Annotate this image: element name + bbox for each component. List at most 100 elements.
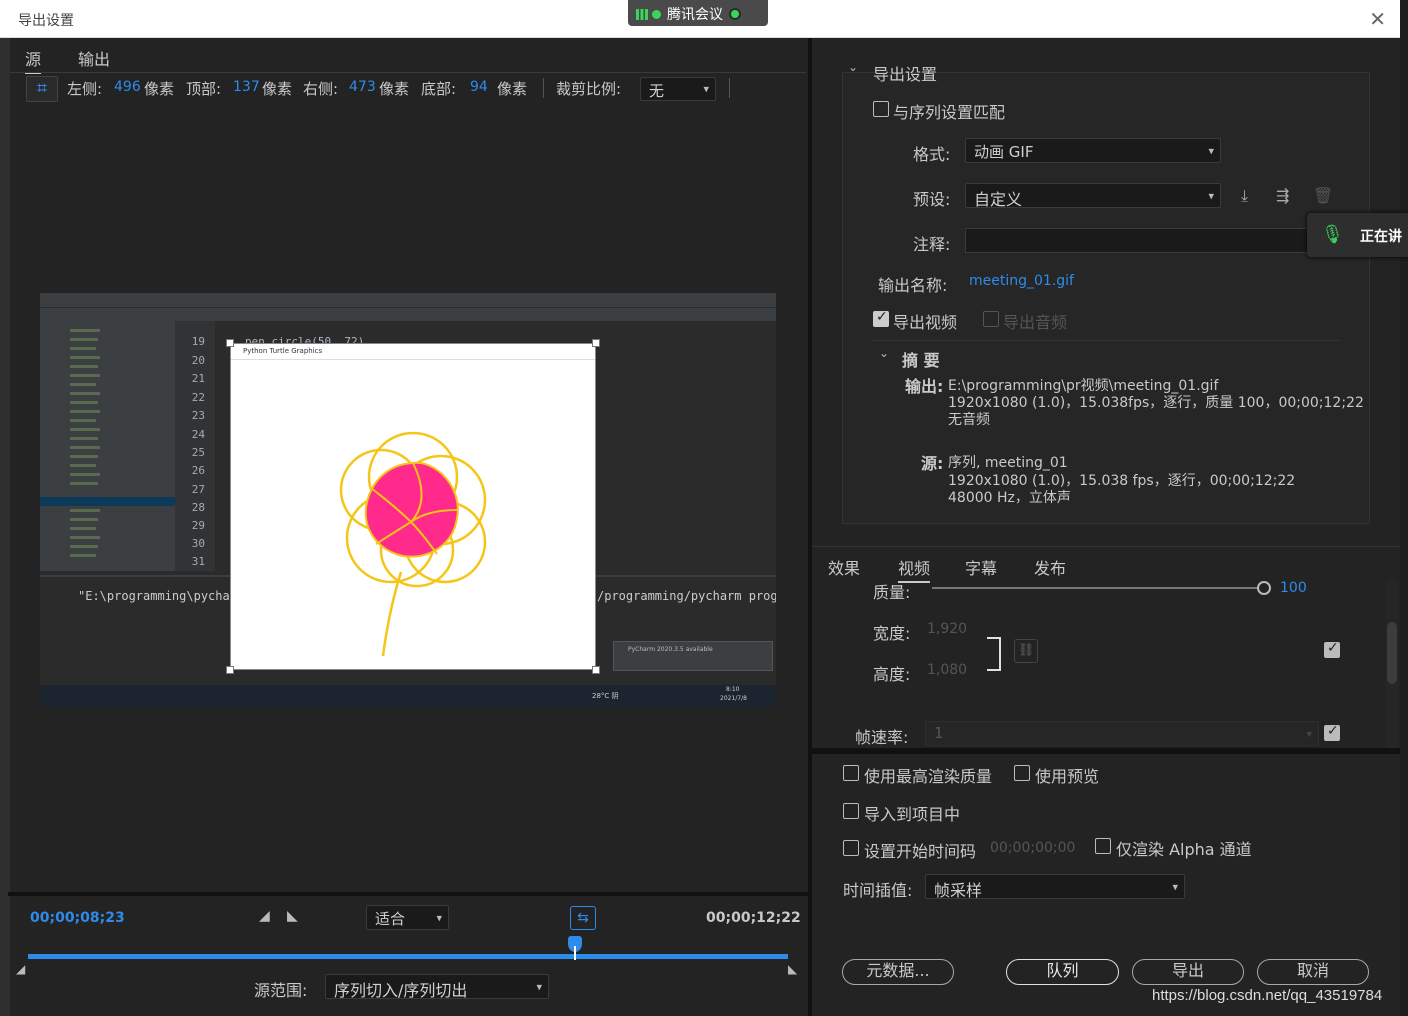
range-end-icon[interactable]: ◣ — [788, 962, 797, 976]
divider — [812, 748, 1400, 754]
line-number: 24 — [191, 428, 205, 441]
crop-ratio-select[interactable]: 无 ▾ — [640, 77, 716, 101]
alpha-only-checkbox[interactable] — [1095, 838, 1111, 854]
mark-in-icon[interactable]: ◢ — [259, 908, 270, 924]
queue-button[interactable]: 队列 — [1006, 959, 1119, 985]
crop-handle[interactable] — [226, 666, 234, 674]
speaking-popup: 🎙 正在讲 — [1307, 213, 1408, 257]
start-timecode-checkbox[interactable] — [843, 840, 859, 856]
chevron-down-icon[interactable]: ⌄ — [848, 60, 858, 74]
tab-captions[interactable]: 字幕 — [965, 555, 997, 579]
export-video-checkbox[interactable] — [873, 309, 889, 327]
line-number: 30 — [191, 537, 205, 550]
crop-handle[interactable] — [592, 339, 600, 347]
format-select[interactable]: 动画 GIF ▾ — [965, 138, 1221, 163]
crop-right-value[interactable]: 473 — [349, 79, 376, 95]
crop-handle[interactable] — [226, 339, 234, 347]
divider — [729, 78, 730, 98]
output-name-link[interactable]: meeting_01.gif — [969, 273, 1074, 289]
crop-top-value[interactable]: 137 — [233, 79, 260, 95]
summary-title: 摘 要 — [902, 351, 940, 370]
match-sequence-checkbox[interactable] — [873, 101, 889, 117]
line-number: 20 — [191, 354, 205, 367]
ide-toolbar — [40, 307, 776, 321]
unlink-icon[interactable]: ⛓ — [1014, 639, 1038, 663]
time-interp-select[interactable]: 帧采样 ▾ — [925, 874, 1185, 900]
quality-slider-knob[interactable] — [1257, 581, 1271, 595]
crop-toolbar: ⌗ 左侧: 496 像素 顶部: 137 像素 右侧: 473 像素 底部: 9… — [26, 76, 786, 102]
save-preset-icon[interactable]: ⤓ — [1241, 186, 1248, 206]
preset-value: 自定义 — [974, 190, 1023, 209]
tab-source[interactable]: 源 — [25, 46, 42, 74]
crop-bottom-label: 底部: — [421, 80, 457, 98]
height-value[interactable]: 1,080 — [927, 662, 967, 678]
format-label: 格式: — [913, 145, 951, 164]
video-preview[interactable]: 19 20 21 22 23 24 25 26 27 28 29 30 31 p… — [40, 293, 776, 707]
settings-tabs: 效果 视频 字幕 发布 — [812, 546, 1400, 583]
chevron-down-icon[interactable]: ⌄ — [879, 346, 889, 360]
mark-out-icon[interactable]: ◣ — [287, 908, 298, 924]
playhead-line — [574, 946, 577, 960]
safe-margins-icon[interactable]: ⇆ — [570, 906, 596, 930]
max-render-checkbox[interactable] — [843, 765, 859, 781]
export-button[interactable]: 导出 — [1132, 959, 1244, 985]
output-name-label: 输出名称: — [878, 276, 948, 295]
quality-value[interactable]: 100 — [1280, 580, 1307, 596]
crop-ratio-label: 裁剪比例: — [556, 80, 622, 98]
chevron-down-icon: ▾ — [1208, 189, 1214, 202]
run-output-right: /programming/pycharm progr — [597, 589, 776, 603]
turtle-window-title: Python Turtle Graphics — [231, 344, 595, 360]
crop-left-label: 左侧: — [67, 80, 103, 98]
metadata-button[interactable]: 元数据... — [842, 959, 954, 985]
quality-slider-track[interactable] — [932, 587, 1264, 589]
current-timecode[interactable]: 00;00;08;23 — [30, 910, 125, 926]
timeline-track[interactable] — [28, 954, 788, 959]
divider — [8, 892, 808, 896]
scrollbar-thumb[interactable] — [1387, 622, 1397, 684]
line-number: 29 — [191, 519, 205, 532]
fit-select[interactable]: 适合 ▾ — [366, 905, 449, 930]
range-start-icon[interactable]: ◢ — [16, 962, 25, 976]
tab-publish[interactable]: 发布 — [1034, 555, 1066, 579]
import-project-checkbox[interactable] — [843, 803, 859, 819]
ide-update-notice: PyCharm 2020.3.5 available — [628, 646, 713, 653]
trash-icon[interactable]: 🗑 — [1313, 186, 1333, 205]
meeting-label: 腾讯会议 — [667, 7, 723, 23]
start-timecode-label: 设置开始时间码 — [864, 842, 977, 861]
divider — [872, 340, 1340, 341]
tab-effects[interactable]: 效果 — [828, 555, 860, 579]
close-icon[interactable]: ✕ — [1369, 7, 1386, 31]
framerate-select[interactable]: 1 ▾ — [925, 721, 1319, 746]
summary-source-label: 源: — [921, 454, 944, 473]
source-range-select[interactable]: 序列切入/序列切出 ▾ — [325, 974, 549, 1000]
cancel-button[interactable]: 取消 — [1257, 959, 1369, 985]
crop-handle[interactable] — [592, 666, 600, 674]
crop-icon[interactable]: ⌗ — [26, 76, 58, 102]
crop-bottom-value[interactable]: 94 — [470, 79, 488, 95]
width-value[interactable]: 1,920 — [927, 621, 967, 637]
comment-input[interactable] — [965, 228, 1310, 253]
line-number: 26 — [191, 464, 205, 477]
export-audio-label: 导出音频 — [1003, 313, 1068, 332]
preset-select[interactable]: 自定义 ▾ — [965, 183, 1221, 209]
ide-menubar — [40, 293, 776, 307]
ide-line-gutter: 19 20 21 22 23 24 25 26 27 28 29 30 31 — [175, 321, 215, 571]
start-timecode-value[interactable]: 00;00;00;00 — [990, 840, 1075, 856]
framerate-match-checkbox[interactable] — [1324, 723, 1340, 741]
use-preview-checkbox[interactable] — [1014, 765, 1030, 781]
speaking-label: 正在讲 — [1360, 229, 1402, 245]
crop-left-value[interactable]: 496 — [114, 79, 141, 95]
comment-label: 注释: — [913, 235, 951, 254]
format-value: 动画 GIF — [974, 143, 1034, 161]
export-audio-checkbox[interactable] — [983, 311, 999, 327]
summary-output-line: 无音频 — [948, 412, 990, 428]
import-preset-icon[interactable]: ⇶ — [1276, 186, 1289, 205]
import-project-label: 导入到项目中 — [864, 805, 961, 824]
framerate-label: 帧速率: — [855, 728, 909, 747]
width-height-match-checkbox[interactable] — [1324, 640, 1340, 658]
time-interp-label: 时间插值: — [843, 881, 913, 900]
tab-output[interactable]: 输出 — [78, 46, 110, 70]
line-number: 28 — [191, 501, 205, 514]
quality-label: 质量: — [873, 583, 911, 602]
meeting-indicator[interactable]: 腾讯会议 — [628, 0, 768, 26]
